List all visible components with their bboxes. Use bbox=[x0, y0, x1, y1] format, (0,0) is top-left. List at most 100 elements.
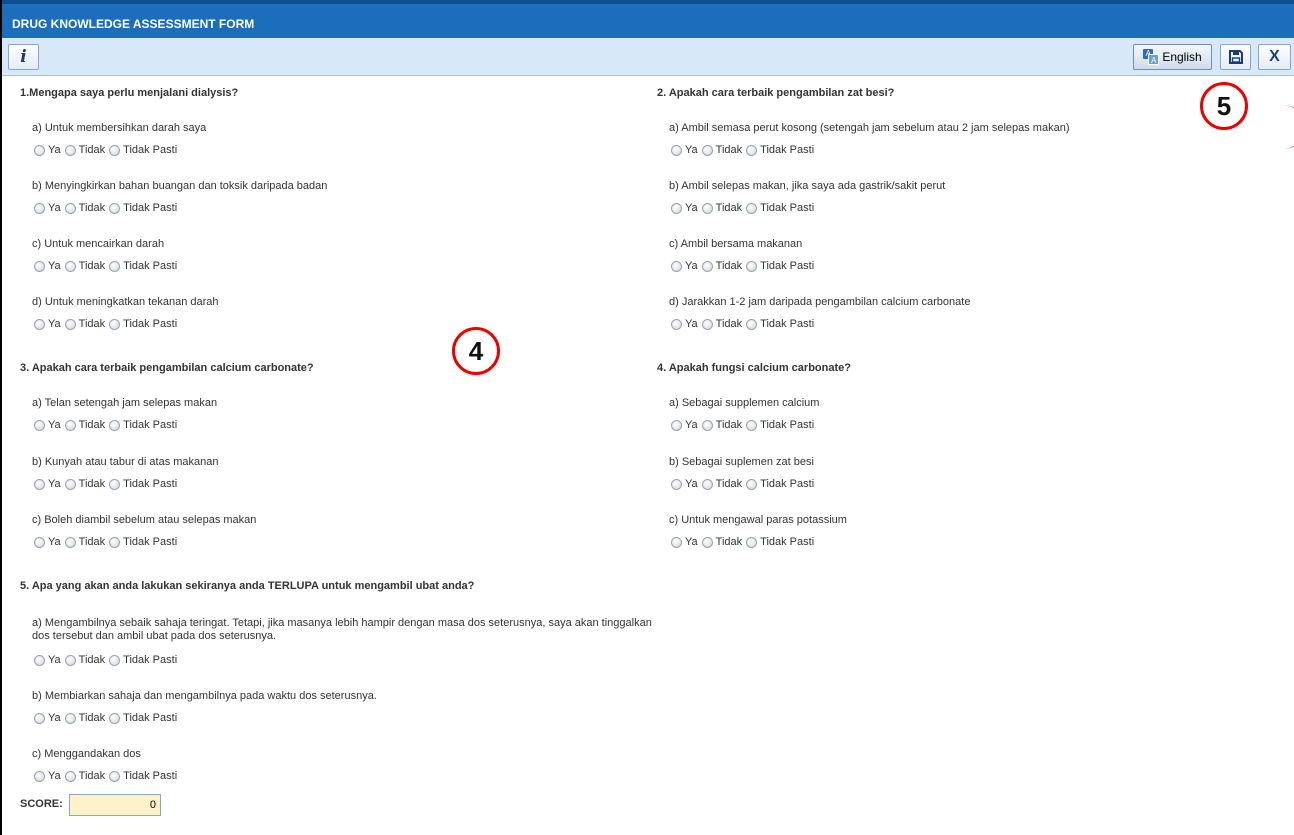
answer-radio[interactable] bbox=[64, 202, 76, 214]
answer-radio[interactable] bbox=[671, 318, 682, 330]
answer-radio-label: Tidak bbox=[715, 478, 743, 490]
answer-radio[interactable] bbox=[746, 144, 758, 156]
question-option-label: c) Untuk mengawal paras potassium bbox=[669, 514, 847, 526]
answer-radio[interactable] bbox=[671, 536, 682, 548]
answer-radio-label: Ya bbox=[48, 712, 61, 724]
answer-radio[interactable] bbox=[64, 536, 76, 548]
answer-radio[interactable] bbox=[34, 654, 45, 666]
question-option-label: a) Untuk membersihkan darah saya bbox=[32, 122, 207, 134]
answer-radio-label: Tidak Pasti bbox=[123, 536, 178, 548]
answer-radio-label: Tidak Pasti bbox=[760, 478, 815, 490]
answer-radio-label: Tidak Pasti bbox=[123, 770, 178, 782]
answer-radio[interactable] bbox=[109, 770, 121, 782]
answer-radio[interactable] bbox=[109, 202, 121, 214]
question-option-label: a) Sebagai supplemen calcium bbox=[669, 397, 820, 409]
annotation-arc bbox=[1266, 105, 1294, 149]
answer-radio[interactable] bbox=[746, 419, 758, 431]
answer-radio-label: Ya bbox=[685, 318, 698, 330]
answer-radio[interactable] bbox=[34, 202, 45, 214]
answer-radio[interactable] bbox=[746, 478, 758, 490]
save-button[interactable] bbox=[1220, 44, 1251, 70]
answer-radio-label: Ya bbox=[48, 654, 61, 666]
answer-radio-label: Ya bbox=[48, 144, 61, 156]
answer-radio-group: Ya Tidak Tidak Pasti bbox=[671, 318, 818, 330]
annotation-marker-4: 4 bbox=[452, 327, 500, 375]
info-button[interactable]: i bbox=[8, 44, 39, 70]
question-option-label: c) Ambil bersama makanan bbox=[669, 238, 803, 250]
window-title: DRUG KNOWLEDGE ASSESSMENT FORM bbox=[2, 0, 1294, 38]
language-label: English bbox=[1162, 50, 1202, 64]
answer-radio[interactable] bbox=[701, 144, 713, 156]
answer-radio[interactable] bbox=[34, 712, 45, 724]
answer-radio[interactable] bbox=[34, 260, 45, 272]
answer-radio[interactable] bbox=[64, 144, 76, 156]
answer-radio[interactable] bbox=[109, 654, 121, 666]
answer-radio[interactable] bbox=[64, 478, 76, 490]
floppy-disk-icon bbox=[1228, 50, 1243, 64]
answer-radio[interactable] bbox=[34, 318, 45, 330]
answer-radio[interactable] bbox=[34, 478, 45, 490]
answer-radio[interactable] bbox=[34, 770, 45, 782]
close-button[interactable]: X bbox=[1258, 44, 1291, 70]
answer-radio[interactable] bbox=[746, 536, 758, 548]
answer-radio-label: Tidak bbox=[78, 770, 106, 782]
answer-radio-group: Ya Tidak Tidak Pasti bbox=[671, 536, 818, 548]
question-option-label: c) Menggandakan dos bbox=[32, 748, 141, 760]
answer-radio[interactable] bbox=[671, 419, 682, 431]
answer-radio[interactable] bbox=[109, 419, 121, 431]
question-option-label: b) Kunyah atau tabur di atas makanan bbox=[32, 456, 219, 468]
answer-radio[interactable] bbox=[34, 144, 45, 156]
answer-radio[interactable] bbox=[34, 419, 45, 431]
question-option-label: a) Ambil semasa perut kosong (setengah j… bbox=[669, 122, 1070, 134]
answer-radio[interactable] bbox=[64, 770, 76, 782]
answer-radio[interactable] bbox=[64, 712, 76, 724]
score-label: SCORE: bbox=[20, 798, 63, 810]
answer-radio-label: Tidak bbox=[78, 478, 106, 490]
answer-radio-label: Ya bbox=[685, 260, 698, 272]
answer-radio-label: Ya bbox=[685, 144, 698, 156]
answer-radio[interactable] bbox=[64, 260, 76, 272]
answer-radio[interactable] bbox=[701, 260, 713, 272]
answer-radio-group: Ya Tidak Tidak Pasti bbox=[34, 318, 181, 330]
answer-radio-label: Ya bbox=[685, 478, 698, 490]
answer-radio-label: Tidak Pasti bbox=[123, 260, 178, 272]
answer-radio[interactable] bbox=[109, 144, 121, 156]
answer-radio[interactable] bbox=[64, 318, 76, 330]
language-button[interactable]: AA English bbox=[1133, 44, 1212, 70]
answer-radio[interactable] bbox=[109, 260, 121, 272]
score-input[interactable] bbox=[69, 794, 161, 816]
question-option-label: b) Menyingkirkan bahan buangan dan toksi… bbox=[32, 180, 328, 192]
answer-radio[interactable] bbox=[701, 202, 713, 214]
answer-radio[interactable] bbox=[109, 478, 121, 490]
answer-radio[interactable] bbox=[64, 419, 76, 431]
answer-radio[interactable] bbox=[671, 202, 682, 214]
answer-radio[interactable] bbox=[34, 536, 45, 548]
answer-radio[interactable] bbox=[746, 260, 758, 272]
answer-radio[interactable] bbox=[701, 318, 713, 330]
answer-radio-label: Tidak Pasti bbox=[760, 144, 815, 156]
answer-radio[interactable] bbox=[109, 536, 121, 548]
answer-radio-label: Tidak bbox=[715, 419, 743, 431]
answer-radio-label: Tidak Pasti bbox=[760, 202, 815, 214]
answer-radio-label: Tidak Pasti bbox=[760, 260, 815, 272]
answer-radio[interactable] bbox=[671, 260, 682, 272]
answer-radio[interactable] bbox=[671, 478, 682, 490]
question-option-label: c) Untuk mencairkan darah bbox=[32, 238, 165, 250]
answer-radio-label: Ya bbox=[685, 419, 698, 431]
answer-radio[interactable] bbox=[109, 712, 121, 724]
answer-radio-label: Tidak Pasti bbox=[760, 318, 815, 330]
answer-radio-label: Tidak bbox=[78, 536, 106, 548]
answer-radio[interactable] bbox=[701, 536, 713, 548]
question-option-label: b) Membiarkan sahaja dan mengambilnya pa… bbox=[32, 690, 377, 702]
answer-radio[interactable] bbox=[701, 478, 713, 490]
answer-radio[interactable] bbox=[671, 144, 682, 156]
answer-radio-label: Tidak bbox=[78, 260, 106, 272]
answer-radio-group: Ya Tidak Tidak Pasti bbox=[34, 144, 181, 156]
answer-radio[interactable] bbox=[701, 419, 713, 431]
answer-radio[interactable] bbox=[109, 318, 121, 330]
answer-radio-group: Ya Tidak Tidak Pasti bbox=[671, 478, 818, 490]
answer-radio-group: Ya Tidak Tidak Pasti bbox=[34, 419, 181, 431]
answer-radio[interactable] bbox=[64, 654, 76, 666]
answer-radio[interactable] bbox=[746, 202, 758, 214]
answer-radio[interactable] bbox=[746, 318, 758, 330]
